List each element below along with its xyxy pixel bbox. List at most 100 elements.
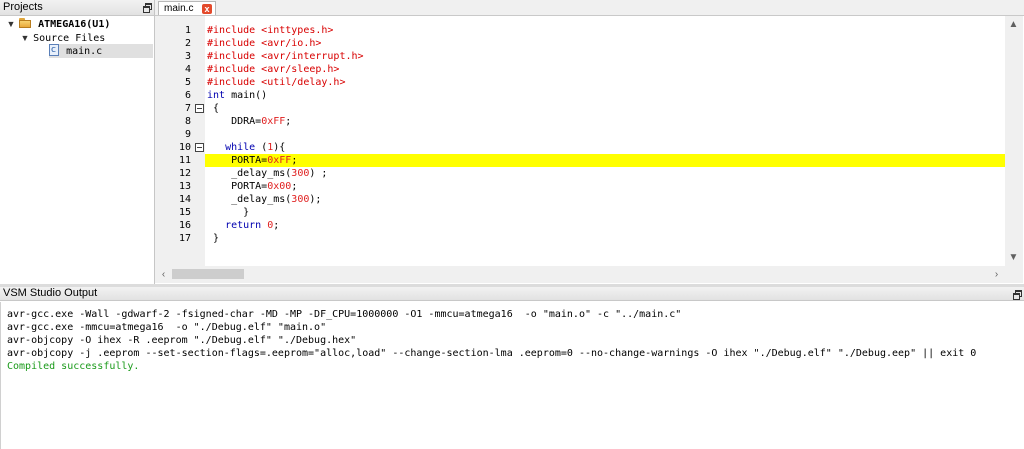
projects-pane: Projects ▼ ATMEGA16(U1) ▼ Source Files m… — [0, 0, 155, 284]
horizontal-scrollbar[interactable]: ‹ › — [155, 266, 1005, 283]
code-line: _delay_ms(300); — [207, 193, 321, 206]
scrollbar-corner — [1005, 266, 1023, 283]
code-token: ; — [291, 155, 298, 166]
line-number: 16 — [178, 220, 191, 231]
code-line: int main() — [207, 89, 267, 102]
pane-restore-icon[interactable] — [1013, 290, 1022, 300]
c-file-icon — [49, 43, 59, 57]
output-pane: VSM Studio Output avr-gcc.exe -Wall -gdw… — [0, 287, 1024, 449]
scroll-down-icon[interactable]: ▼ — [1005, 249, 1022, 266]
pane-restore-icon[interactable] — [143, 3, 152, 13]
code-token: 0xFF — [261, 116, 286, 127]
code-token: ); — [309, 194, 322, 205]
scroll-up-icon[interactable]: ▲ — [1005, 16, 1022, 33]
line-number: 15 — [178, 207, 191, 218]
code-line: PORTA=0x00; — [207, 180, 297, 193]
code-line: return 0; — [207, 219, 279, 232]
code-line: #include <inttypes.h> — [207, 24, 333, 37]
tree-expand-icon[interactable]: ▼ — [6, 17, 16, 31]
scroll-left-icon[interactable]: ‹ — [155, 266, 172, 283]
scroll-right-icon[interactable]: › — [988, 266, 1005, 283]
code-line: DDRA=0xFF; — [207, 115, 291, 128]
code-editor[interactable]: #include <inttypes.h> #include <avr/io.h>… — [205, 16, 1005, 266]
code-token: #include <util/delay.h> — [207, 77, 346, 88]
code-line: #include <avr/interrupt.h> — [207, 50, 364, 63]
file-name: main.c — [66, 46, 103, 57]
source-files-label: Source Files — [33, 33, 106, 44]
code-token: _delay_ms( — [207, 194, 292, 205]
close-tab-icon[interactable]: x — [202, 4, 212, 14]
code-line: } — [207, 232, 219, 245]
code-token: } — [207, 207, 250, 218]
code-token: int — [207, 90, 226, 101]
fold-toggle-icon[interactable] — [195, 104, 204, 113]
tree-source-files-row[interactable]: ▼ Source Files — [20, 31, 106, 45]
line-number-gutter: 1 2 3 4 5 6 7 8 9 10 11 12 13 14 15 16 17 — [155, 16, 205, 266]
output-pane-title: VSM Studio Output — [3, 287, 98, 299]
fold-toggle-icon[interactable] — [195, 143, 204, 152]
tab-label: main.c — [164, 3, 194, 14]
code-line: { — [207, 102, 219, 115]
projects-pane-title: Projects — [3, 1, 43, 13]
output-pane-header: VSM Studio Output — [0, 287, 1024, 301]
folder-icon — [19, 18, 32, 28]
line-number: 17 — [178, 233, 191, 244]
code-token: ( — [255, 142, 268, 153]
code-token: #include <avr/io.h> — [207, 38, 322, 49]
code-line: while (1){ — [207, 141, 285, 154]
code-line: #include <avr/sleep.h> — [207, 63, 339, 76]
output-log[interactable]: avr-gcc.exe -Wall -gdwarf-2 -fsigned-cha… — [0, 302, 1022, 449]
output-line: avr-objcopy -O ihex -R .eeprom "./Debug.… — [7, 335, 357, 346]
line-number: 7 — [184, 103, 191, 114]
tree-project-row[interactable]: ▼ ATMEGA16(U1) — [6, 17, 110, 31]
code-token: #include <avr/interrupt.h> — [207, 51, 364, 62]
code-token: 0x00 — [267, 181, 292, 192]
tree-expand-icon[interactable]: ▼ — [20, 31, 30, 45]
code-token: { — [207, 103, 220, 114]
code-token: } — [207, 233, 220, 244]
code-token: return — [225, 220, 262, 231]
tab-main-c[interactable]: main.c x — [158, 1, 216, 15]
code-token: PORTA= — [207, 181, 268, 192]
line-number: 6 — [184, 90, 191, 101]
code-token: ) ; — [309, 168, 328, 179]
tree-file-main-c[interactable]: main.c — [49, 43, 153, 58]
code-token: DDRA= — [207, 116, 262, 127]
code-line: } — [207, 206, 249, 219]
editor-tab-strip: main.c x — [155, 0, 1024, 16]
line-number: 2 — [184, 38, 191, 49]
code-token: ; — [273, 220, 280, 231]
code-token: ){ — [273, 142, 286, 153]
line-number: 5 — [184, 77, 191, 88]
output-line: avr-gcc.exe -Wall -gdwarf-2 -fsigned-cha… — [7, 309, 682, 320]
code-token: 0xFF — [267, 155, 292, 166]
code-token: main() — [225, 90, 268, 101]
code-token: 300 — [291, 194, 310, 205]
line-number: 4 — [184, 64, 191, 75]
line-number: 12 — [178, 168, 191, 179]
code-token: #include <avr/sleep.h> — [207, 64, 340, 75]
code-line: _delay_ms(300) ; — [207, 167, 327, 180]
line-number: 9 — [184, 129, 191, 140]
line-number: 3 — [184, 51, 191, 62]
code-line: #include <util/delay.h> — [207, 76, 345, 89]
code-token: ; — [285, 116, 292, 127]
vertical-scrollbar[interactable]: ▲ ▼ — [1005, 16, 1023, 266]
code-token: ; — [291, 181, 298, 192]
output-success-message: Compiled successfully. — [7, 361, 140, 372]
code-token: #include <inttypes.h> — [207, 25, 334, 36]
project-name: ATMEGA16(U1) — [38, 19, 111, 30]
horizontal-scroll-thumb[interactable] — [172, 269, 244, 279]
output-line: avr-gcc.exe -mmcu=atmega16 -o "./Debug.e… — [7, 322, 327, 333]
line-number: 14 — [178, 194, 191, 205]
code-token: while — [225, 142, 256, 153]
code-line: PORTA=0xFF; — [207, 154, 297, 167]
line-number: 1 — [184, 25, 191, 36]
current-line-highlight — [205, 154, 1005, 167]
code-token: PORTA= — [207, 155, 268, 166]
line-number: 10 — [178, 142, 191, 153]
output-line: avr-objcopy -j .eeprom --set-section-fla… — [7, 348, 977, 359]
projects-pane-header: Projects — [0, 0, 154, 16]
